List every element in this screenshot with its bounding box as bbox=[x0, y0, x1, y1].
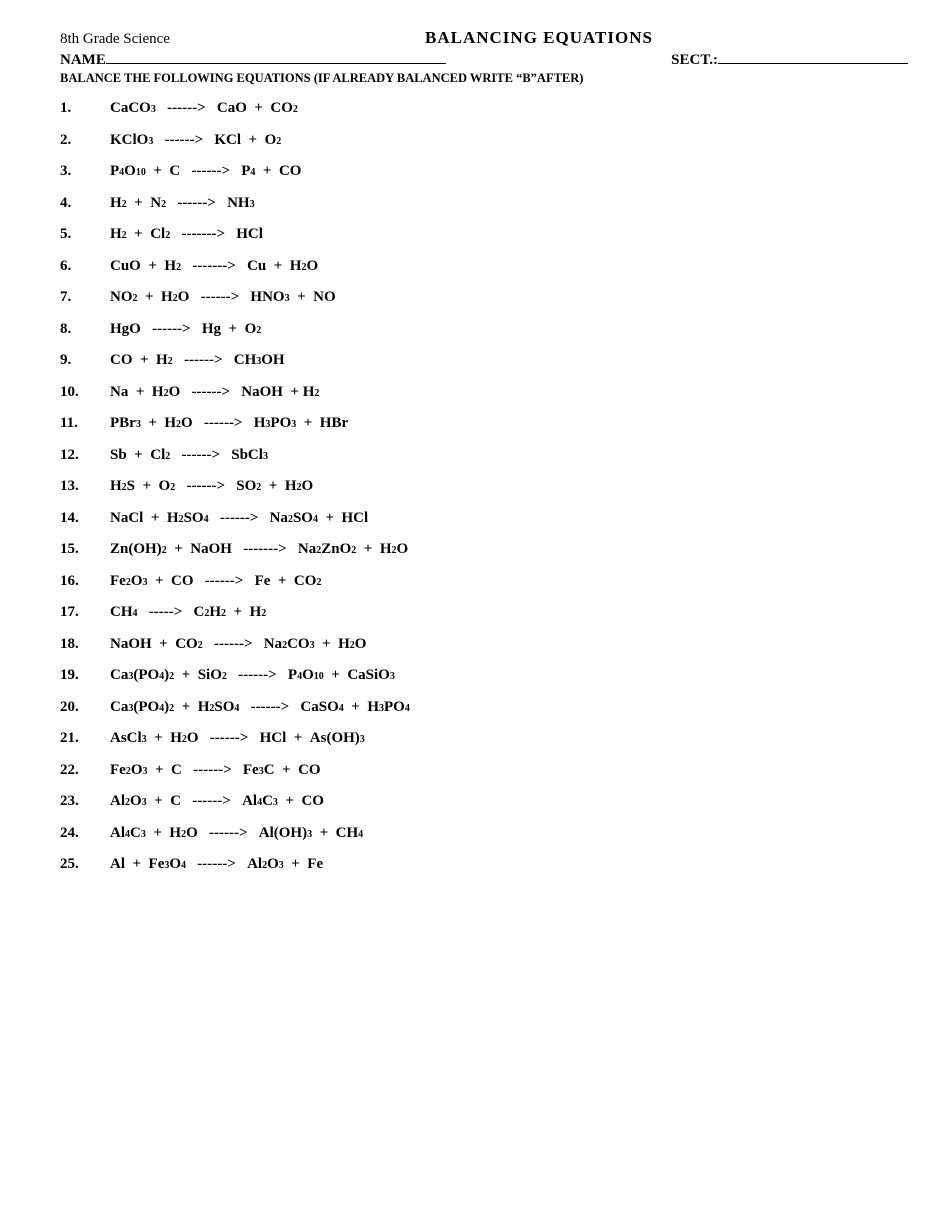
name-sect-row: NAME SECT.: bbox=[60, 52, 908, 69]
equation-6: 6. CuO + H2 -------> Cu + H2O bbox=[60, 254, 908, 280]
eq-body-15: Zn(OH)2 + NaOH -------> Na2ZnO2 + H2O bbox=[110, 537, 408, 563]
equation-21: 21. AsCl3 + H2O ------> HCl + As(OH)3 bbox=[60, 726, 908, 752]
equation-3: 3. P4O10 + C ------> P4 + CO bbox=[60, 159, 908, 185]
equation-11: 11. PBr3 + H2O ------> H3PO3 + HBr bbox=[60, 411, 908, 437]
equation-22: 22. Fe2O3 + C ------> Fe3C + CO bbox=[60, 758, 908, 784]
header: 8th Grade Science BALANCING EQUATIONS bbox=[60, 28, 908, 48]
eq-num-13: 13. bbox=[60, 474, 110, 500]
eq-num-25: 25. bbox=[60, 852, 110, 878]
eq-num-17: 17. bbox=[60, 600, 110, 626]
eq-body-6: CuO + H2 -------> Cu + H2O bbox=[110, 254, 318, 280]
sect-line bbox=[718, 63, 908, 64]
eq-body-14: NaCl + H2SO4 ------> Na2SO4 + HCl bbox=[110, 506, 368, 532]
equation-9: 9. CO + H2 ------> CH3OH bbox=[60, 348, 908, 374]
eq-num-11: 11. bbox=[60, 411, 110, 437]
eq-num-9: 9. bbox=[60, 348, 110, 374]
eq-num-21: 21. bbox=[60, 726, 110, 752]
eq-body-24: Al4C3 + H2O ------> Al(OH)3 + CH4 bbox=[110, 821, 363, 847]
equation-19: 19. Ca3(PO4)2 + SiO2 ------> P4O10 + CaS… bbox=[60, 663, 908, 689]
eq-body-11: PBr3 + H2O ------> H3PO3 + HBr bbox=[110, 411, 348, 437]
eq-num-24: 24. bbox=[60, 821, 110, 847]
eq-body-1: CaCO3 ------> CaO + CO2 bbox=[110, 96, 298, 122]
equation-10: 10. Na + H2O ------> NaOH + H2 bbox=[60, 380, 908, 406]
equation-18: 18. NaOH + CO2 ------> Na2CO3 + H2O bbox=[60, 632, 908, 658]
eq-num-20: 20. bbox=[60, 695, 110, 721]
equation-25: 25. Al + Fe3O4 ------> Al2O3 + Fe bbox=[60, 852, 908, 878]
equation-12: 12. Sb + Cl2 ------> SbCl3 bbox=[60, 443, 908, 469]
equation-16: 16. Fe2O3 + CO ------> Fe + CO2 bbox=[60, 569, 908, 595]
equation-20: 20. Ca3(PO4)2 + H2SO4 ------> CaSO4 + H3… bbox=[60, 695, 908, 721]
eq-body-18: NaOH + CO2 ------> Na2CO3 + H2O bbox=[110, 632, 366, 658]
eq-num-5: 5. bbox=[60, 222, 110, 248]
eq-body-12: Sb + Cl2 ------> SbCl3 bbox=[110, 443, 268, 469]
eq-body-2: KClO3 ------> KCl + O2 bbox=[110, 128, 281, 154]
equation-17: 17. CH4 -----> C2H2 + H2 bbox=[60, 600, 908, 626]
subject-label: 8th Grade Science bbox=[60, 31, 170, 48]
eq-body-16: Fe2O3 + CO ------> Fe + CO2 bbox=[110, 569, 321, 595]
eq-num-7: 7. bbox=[60, 285, 110, 311]
equation-23: 23. Al2O3 + C ------> Al4C3 + CO bbox=[60, 789, 908, 815]
equation-1: 1. CaCO3 ------> CaO + CO2 bbox=[60, 96, 908, 122]
eq-num-16: 16. bbox=[60, 569, 110, 595]
eq-body-5: H2 + Cl2 -------> HCl bbox=[110, 222, 263, 248]
eq-body-21: AsCl3 + H2O ------> HCl + As(OH)3 bbox=[110, 726, 365, 752]
equation-24: 24. Al4C3 + H2O ------> Al(OH)3 + CH4 bbox=[60, 821, 908, 847]
eq-body-13: H2S + O2 ------> SO2 + H2O bbox=[110, 474, 313, 500]
sect-field: SECT.: bbox=[671, 52, 908, 69]
eq-body-17: CH4 -----> C2H2 + H2 bbox=[110, 600, 266, 626]
eq-body-25: Al + Fe3O4 ------> Al2O3 + Fe bbox=[110, 852, 323, 878]
eq-body-4: H2 + N2 ------> NH3 bbox=[110, 191, 255, 217]
eq-num-19: 19. bbox=[60, 663, 110, 689]
equation-2: 2. KClO3 ------> KCl + O2 bbox=[60, 128, 908, 154]
page-title: BALANCING EQUATIONS bbox=[425, 28, 653, 48]
equation-14: 14. NaCl + H2SO4 ------> Na2SO4 + HCl bbox=[60, 506, 908, 532]
instruction-text: BALANCE THE FOLLOWING EQUATIONS (IF ALRE… bbox=[60, 71, 908, 86]
eq-body-22: Fe2O3 + C ------> Fe3C + CO bbox=[110, 758, 321, 784]
equation-15: 15. Zn(OH)2 + NaOH -------> Na2ZnO2 + H2… bbox=[60, 537, 908, 563]
equation-13: 13. H2S + O2 ------> SO2 + H2O bbox=[60, 474, 908, 500]
eq-num-6: 6. bbox=[60, 254, 110, 280]
name-label: NAME bbox=[60, 52, 106, 68]
eq-body-23: Al2O3 + C ------> Al4C3 + CO bbox=[110, 789, 324, 815]
eq-body-7: NO2 + H2O ------> HNO3 + NO bbox=[110, 285, 336, 311]
eq-num-18: 18. bbox=[60, 632, 110, 658]
eq-body-3: P4O10 + C ------> P4 + CO bbox=[110, 159, 301, 185]
eq-num-12: 12. bbox=[60, 443, 110, 469]
eq-body-20: Ca3(PO4)2 + H2SO4 ------> CaSO4 + H3PO4 bbox=[110, 695, 410, 721]
equation-8: 8. HgO ------> Hg + O2 bbox=[60, 317, 908, 343]
equation-7: 7. NO2 + H2O ------> HNO3 + NO bbox=[60, 285, 908, 311]
eq-body-9: CO + H2 ------> CH3OH bbox=[110, 348, 285, 374]
eq-num-10: 10. bbox=[60, 380, 110, 406]
eq-num-1: 1. bbox=[60, 96, 110, 122]
eq-num-8: 8. bbox=[60, 317, 110, 343]
eq-body-19: Ca3(PO4)2 + SiO2 ------> P4O10 + CaSiO3 bbox=[110, 663, 395, 689]
eq-num-4: 4. bbox=[60, 191, 110, 217]
name-line bbox=[106, 63, 446, 64]
sect-label: SECT.: bbox=[671, 52, 718, 68]
eq-num-2: 2. bbox=[60, 128, 110, 154]
equation-5: 5. H2 + Cl2 -------> HCl bbox=[60, 222, 908, 248]
eq-num-23: 23. bbox=[60, 789, 110, 815]
eq-num-14: 14. bbox=[60, 506, 110, 532]
name-field: NAME bbox=[60, 52, 446, 69]
eq-body-8: HgO ------> Hg + O2 bbox=[110, 317, 261, 343]
equation-4: 4. H2 + N2 ------> NH3 bbox=[60, 191, 908, 217]
eq-num-15: 15. bbox=[60, 537, 110, 563]
eq-body-10: Na + H2O ------> NaOH + H2 bbox=[110, 380, 319, 406]
eq-num-22: 22. bbox=[60, 758, 110, 784]
eq-num-3: 3. bbox=[60, 159, 110, 185]
